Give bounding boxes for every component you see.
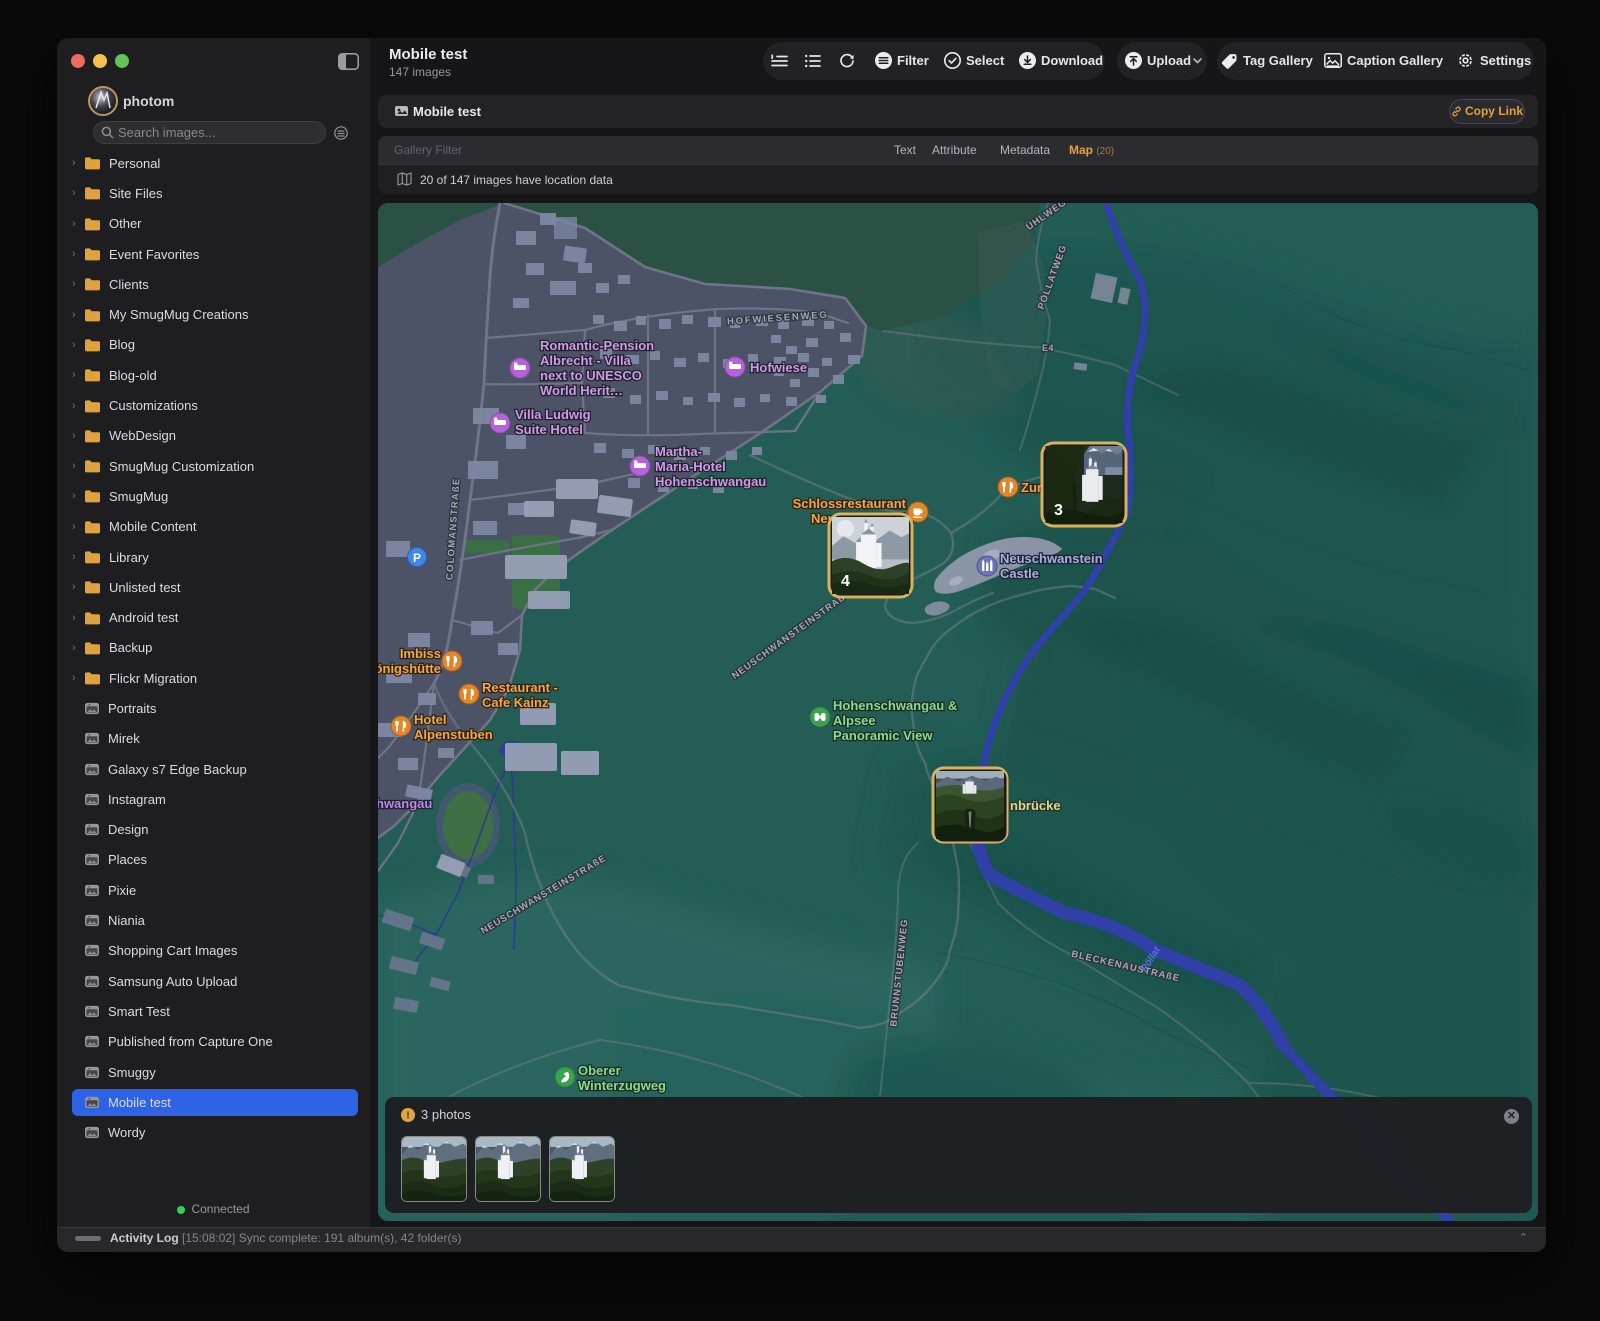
svg-text:Maria-Hotel: Maria-Hotel bbox=[655, 459, 726, 474]
svg-text:Schlossrestaurant: Schlossrestaurant bbox=[793, 496, 907, 511]
svg-text:!: ! bbox=[406, 1111, 409, 1122]
svg-text:Castle: Castle bbox=[1000, 566, 1039, 581]
svg-text:Alpsee: Alpsee bbox=[833, 713, 876, 728]
svg-text:Albrecht - Villa: Albrecht - Villa bbox=[540, 353, 632, 368]
svg-text:4: 4 bbox=[841, 573, 850, 590]
svg-text:Neuschwanstein: Neuschwanstein bbox=[1000, 551, 1103, 566]
svg-text:3: 3 bbox=[1054, 502, 1063, 519]
svg-text:E4: E4 bbox=[1042, 343, 1054, 353]
svg-text:Hohenschwangau &: Hohenschwangau & bbox=[833, 698, 957, 713]
svg-text:Villa Ludwig: Villa Ludwig bbox=[515, 407, 591, 422]
svg-text:World Herit…: World Herit… bbox=[540, 383, 623, 398]
svg-text:Romantic-Pension: Romantic-Pension bbox=[540, 338, 654, 353]
svg-text:Oberer: Oberer bbox=[578, 1063, 621, 1078]
svg-text:Hotel: Hotel bbox=[414, 712, 447, 727]
svg-text:P: P bbox=[413, 551, 421, 565]
svg-text:hwangau: hwangau bbox=[378, 796, 432, 811]
svg-text:Suite Hotel: Suite Hotel bbox=[515, 422, 583, 437]
svg-text:Restaurant -: Restaurant - bbox=[482, 680, 558, 695]
svg-text:Hofwiese: Hofwiese bbox=[750, 360, 807, 375]
svg-text:next to UNESCO: next to UNESCO bbox=[540, 368, 642, 383]
svg-text:Königshütte: Königshütte bbox=[378, 661, 441, 676]
svg-text:nbrücke: nbrücke bbox=[1010, 798, 1061, 813]
svg-text:Cafe Kainz: Cafe Kainz bbox=[482, 695, 549, 710]
svg-text:Imbiss: Imbiss bbox=[400, 646, 441, 661]
svg-text:Alpenstuben: Alpenstuben bbox=[414, 727, 493, 742]
svg-text:Hohenschwangau: Hohenschwangau bbox=[655, 474, 766, 489]
svg-text:Martha-: Martha- bbox=[655, 444, 702, 459]
svg-text:Winterzugweg: Winterzugweg bbox=[578, 1078, 666, 1093]
svg-text:Panoramic View: Panoramic View bbox=[833, 728, 933, 743]
